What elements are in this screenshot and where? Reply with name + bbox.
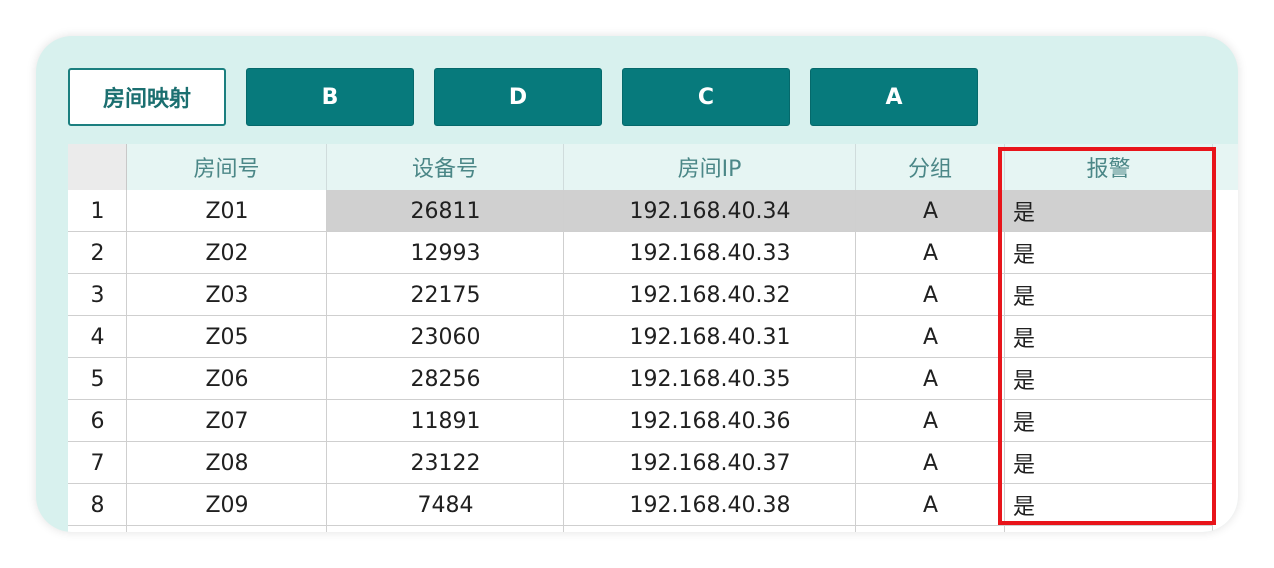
cell-alarm[interactable]: 是 xyxy=(1005,274,1213,316)
cell-group[interactable]: A xyxy=(856,232,1005,274)
cell-ip[interactable]: 192.168.40.32 xyxy=(564,274,856,316)
cell-room[interactable]: Z09 xyxy=(127,484,327,526)
cell-ip[interactable]: 192.168.40.37 xyxy=(564,442,856,484)
cell-alarm[interactable]: 是 xyxy=(1005,400,1213,442)
row-number[interactable]: 5 xyxy=(68,358,127,400)
cell-room[interactable]: Z02 xyxy=(127,232,327,274)
cell-ip[interactable]: 192.168.40.33 xyxy=(564,232,856,274)
cell-ip[interactable]: 192.168.40.36 xyxy=(564,400,856,442)
row-number[interactable]: 3 xyxy=(68,274,127,316)
column-divider xyxy=(126,190,127,532)
row-divider xyxy=(68,525,1213,526)
column-header-alarm[interactable]: 报警 xyxy=(1005,144,1213,190)
header-corner[interactable] xyxy=(68,144,127,190)
header-filler xyxy=(1213,144,1238,190)
cell-alarm[interactable]: 是 xyxy=(1005,316,1213,358)
cell-room[interactable]: Z08 xyxy=(127,442,327,484)
cell-group[interactable]: A xyxy=(856,442,1005,484)
cell-ip[interactable]: 192.168.40.34 xyxy=(564,190,856,232)
cell-device[interactable]: 23122 xyxy=(327,442,564,484)
column-header-ip[interactable]: 房间IP xyxy=(564,144,856,190)
room-table[interactable]: 房间号 设备号 房间IP 分组 报警 1 Z01 26811 192.168.40.3… xyxy=(68,144,1238,532)
cell-group[interactable]: A xyxy=(856,190,1005,232)
cell-device[interactable]: 28256 xyxy=(327,358,564,400)
cell-device[interactable]: 23060 xyxy=(327,316,564,358)
row-number[interactable]: 2 xyxy=(68,232,127,274)
cell-device[interactable]: 11891 xyxy=(327,400,564,442)
cell-device[interactable]: 22175 xyxy=(327,274,564,316)
cell-room[interactable]: Z01 xyxy=(127,190,327,232)
column-header-room[interactable]: 房间号 xyxy=(127,144,327,190)
column-divider xyxy=(563,190,564,532)
column-divider xyxy=(1004,190,1005,532)
cell-alarm[interactable]: 是 xyxy=(1005,232,1213,274)
cell-ip[interactable]: 192.168.40.35 xyxy=(564,358,856,400)
column-divider xyxy=(326,190,327,532)
column-divider xyxy=(1212,190,1213,532)
row-number[interactable]: 8 xyxy=(68,484,127,526)
cell-group[interactable]: A xyxy=(856,484,1005,526)
cell-alarm[interactable]: 是 xyxy=(1005,484,1213,526)
cell-room[interactable]: Z06 xyxy=(127,358,327,400)
cell-group[interactable]: A xyxy=(856,274,1005,316)
row-number[interactable]: 6 xyxy=(68,400,127,442)
column-header-device[interactable]: 设备号 xyxy=(327,144,564,190)
row-number[interactable]: 7 xyxy=(68,442,127,484)
cell-group[interactable]: A xyxy=(856,316,1005,358)
group-c-button[interactable]: C xyxy=(622,68,790,126)
cell-ip[interactable]: 192.168.40.31 xyxy=(564,316,856,358)
column-header-group[interactable]: 分组 xyxy=(856,144,1005,190)
column-divider xyxy=(855,190,856,532)
cell-device[interactable]: 12993 xyxy=(327,232,564,274)
group-d-button[interactable]: D xyxy=(434,68,602,126)
cell-group[interactable]: A xyxy=(856,400,1005,442)
room-mapping-button[interactable]: 房间映射 xyxy=(68,68,226,126)
group-a-button[interactable]: A xyxy=(810,68,978,126)
cell-device[interactable]: 7484 xyxy=(327,484,564,526)
cell-device[interactable]: 26811 xyxy=(327,190,564,232)
cell-alarm[interactable]: 是 xyxy=(1005,358,1213,400)
cell-alarm[interactable]: 是 xyxy=(1005,190,1213,232)
cell-group[interactable]: A xyxy=(856,358,1005,400)
cell-room[interactable]: Z07 xyxy=(127,400,327,442)
group-b-button[interactable]: B xyxy=(246,68,414,126)
cell-room[interactable]: Z05 xyxy=(127,316,327,358)
app-window: 房间映射 B D C A 房间号 设备号 房间IP 分组 报警 1 Z01 2681… xyxy=(36,36,1238,532)
cell-alarm[interactable]: 是 xyxy=(1005,442,1213,484)
row-number[interactable]: 1 xyxy=(68,190,127,232)
row-number[interactable]: 4 xyxy=(68,316,127,358)
cell-ip[interactable]: 192.168.40.38 xyxy=(564,484,856,526)
cell-room[interactable]: Z03 xyxy=(127,274,327,316)
